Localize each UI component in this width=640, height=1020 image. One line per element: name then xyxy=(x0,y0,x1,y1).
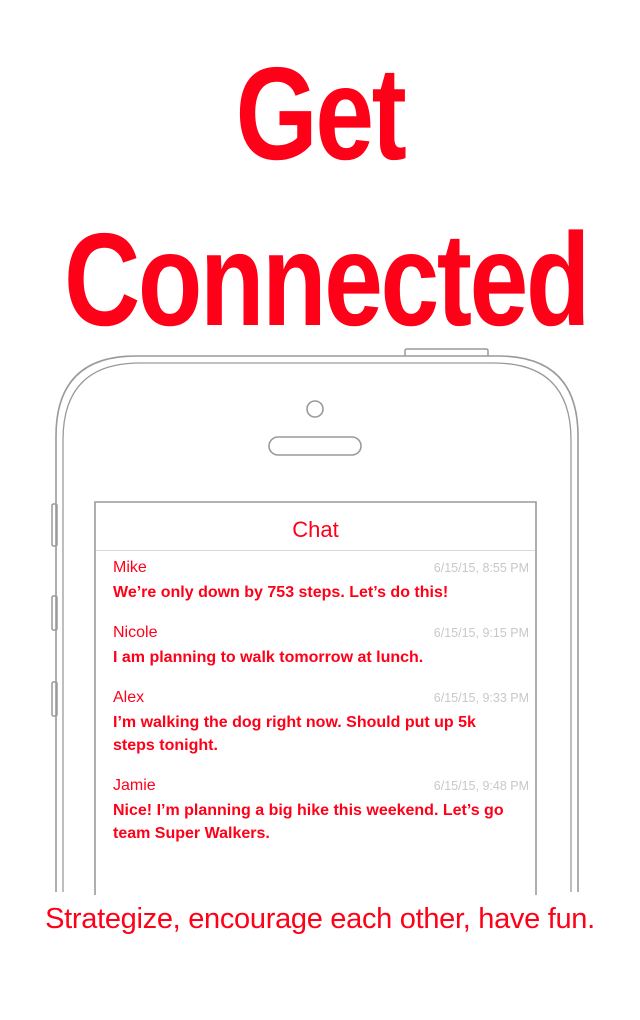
message-timestamp: 6/15/15, 9:48 PM xyxy=(433,779,529,793)
message-item[interactable]: Jamie 6/15/15, 9:48 PM Nice! I’m plannin… xyxy=(113,777,529,845)
message-list: Mike 6/15/15, 8:55 PM We’re only down by… xyxy=(96,551,535,845)
message-timestamp: 6/15/15, 9:15 PM xyxy=(433,626,529,640)
message-sender: Alex xyxy=(113,689,145,706)
chat-title: Chat xyxy=(292,516,339,542)
message-sender: Jamie xyxy=(113,777,156,794)
message-text: We’re only down by 753 steps. Let’s do t… xyxy=(113,584,449,601)
message-text: Nice! I’m planning a big hike this weeke… xyxy=(113,802,504,842)
message-sender: Mike xyxy=(113,559,147,576)
message-text: I am planning to walk tomorrow at lunch. xyxy=(113,649,424,666)
message-item[interactable]: Alex 6/15/15, 9:33 PM I’m walking the do… xyxy=(113,689,529,757)
message-item[interactable]: Nicole 6/15/15, 9:15 PM I am planning to… xyxy=(113,624,529,669)
message-text: I’m walking the dog right now. Should pu… xyxy=(113,714,476,754)
message-sender: Nicole xyxy=(113,624,158,641)
message-timestamp: 6/15/15, 9:33 PM xyxy=(433,691,529,705)
chat-screen: Chat Mike 6/15/15, 8:55 PM We’re only do… xyxy=(96,503,535,895)
message-item[interactable]: Mike 6/15/15, 8:55 PM We’re only down by… xyxy=(113,559,529,604)
chat-nav-bar: Chat xyxy=(96,503,535,551)
tagline: Strategize, encourage each other, have f… xyxy=(45,903,595,935)
message-timestamp: 6/15/15, 8:55 PM xyxy=(433,561,529,575)
